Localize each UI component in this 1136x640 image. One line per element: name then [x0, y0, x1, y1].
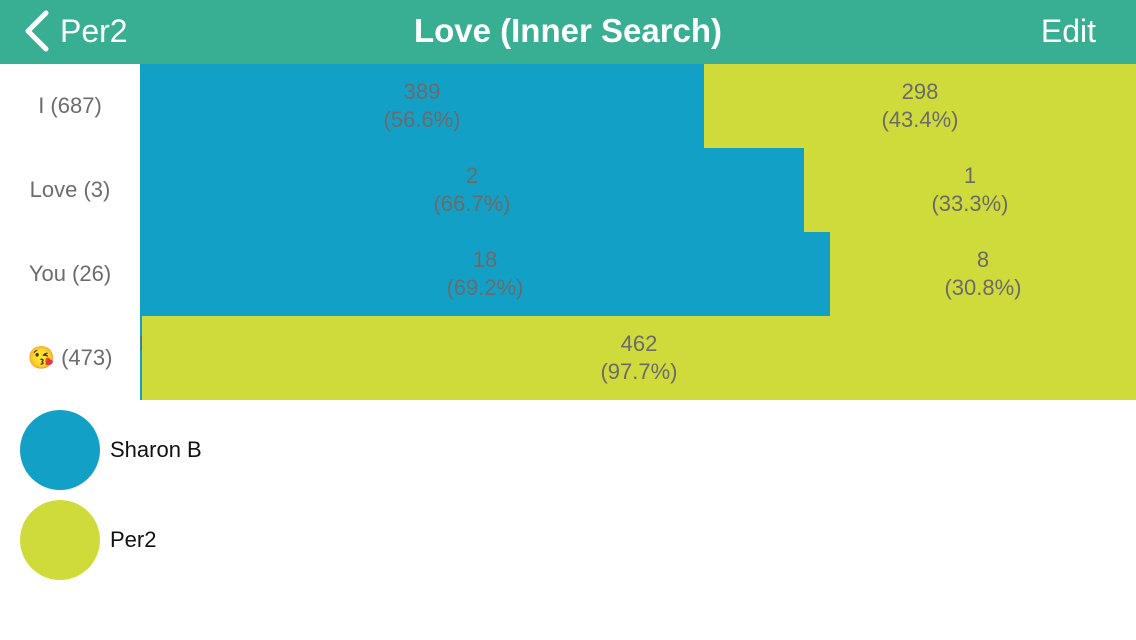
- chevron-left-icon: [25, 10, 49, 52]
- chart-row: Love (3) 2 (66.7%) 1 (33.3%): [0, 148, 1136, 232]
- stacked-bar-chart: I (687) 389 (56.6%) 298 (43.4%) Love (3) 2 (66.…: [0, 64, 1136, 400]
- category-label: 😘 (473): [0, 316, 140, 400]
- category-label: Love (3): [0, 148, 140, 232]
- navigation-bar: Per2 Love (Inner Search) Edit: [0, 0, 1136, 64]
- bar-segment-per2[interactable]: 462 (97.7%): [142, 316, 1136, 400]
- bar-percent-label: (97.7%): [600, 359, 678, 384]
- bar-percent-label: (30.8%): [944, 275, 1022, 300]
- legend-swatch-per2: [20, 500, 100, 580]
- category-label-text: 😘 (473): [27, 345, 113, 370]
- category-label-text: I (687): [38, 93, 102, 118]
- bar-percent-label: (66.7%): [433, 191, 511, 216]
- page-title: Love (Inner Search): [413, 12, 723, 49]
- bar-segment-sharon-b[interactable]: 18 (69.2%): [140, 232, 830, 316]
- chart-row: 😘 (473)1(...462(97.7%): [0, 316, 1136, 400]
- bar-value-label: 18: [472, 247, 498, 272]
- bar-value-label: 462: [620, 331, 658, 356]
- bar-value-label: 8: [976, 247, 990, 272]
- chart-row: I (687) 389 (56.6%) 298 (43.4%): [0, 64, 1136, 148]
- category-label-text: Love (3): [29, 177, 111, 202]
- back-button-label: Per2: [60, 12, 128, 49]
- legend-label-sharon-b: Sharon B: [110, 437, 202, 462]
- back-button[interactable]: Per2: [22, 6, 128, 56]
- bar-value-label: 2: [465, 163, 479, 188]
- bar-percent-label: (43.4%): [881, 107, 959, 132]
- bar-percent-label: (33.3%): [931, 191, 1009, 216]
- bar-value-label: 389: [403, 79, 441, 104]
- bar-segment-per2[interactable]: 298 (43.4%): [704, 64, 1136, 148]
- bar-percent-label: (56.6%): [383, 107, 461, 132]
- bar-percent-label: (69.2%): [446, 275, 524, 300]
- category-label-text: You (26): [28, 261, 112, 286]
- legend-label-per2: Per2: [110, 527, 157, 552]
- edit-button[interactable]: Edit: [1041, 0, 1096, 64]
- bar-segment-sharon-b[interactable]: 389 (56.6%): [140, 64, 704, 148]
- bar-segment-sharon-b[interactable]: 2 (66.7%): [140, 148, 804, 232]
- chart-row: You (26) 18 (69.2%) 8 (30.8%): [0, 232, 1136, 316]
- bar-segment-per2[interactable]: 1 (33.3%): [804, 148, 1136, 232]
- bar-value-label: 1: [963, 163, 977, 188]
- legend-swatch-sharon-b: [20, 410, 100, 490]
- category-label: You (26): [0, 232, 140, 316]
- bar-value-label: 298: [901, 79, 939, 104]
- bar-segment-per2[interactable]: 8 (30.8%): [830, 232, 1136, 316]
- category-label: I (687): [0, 64, 140, 148]
